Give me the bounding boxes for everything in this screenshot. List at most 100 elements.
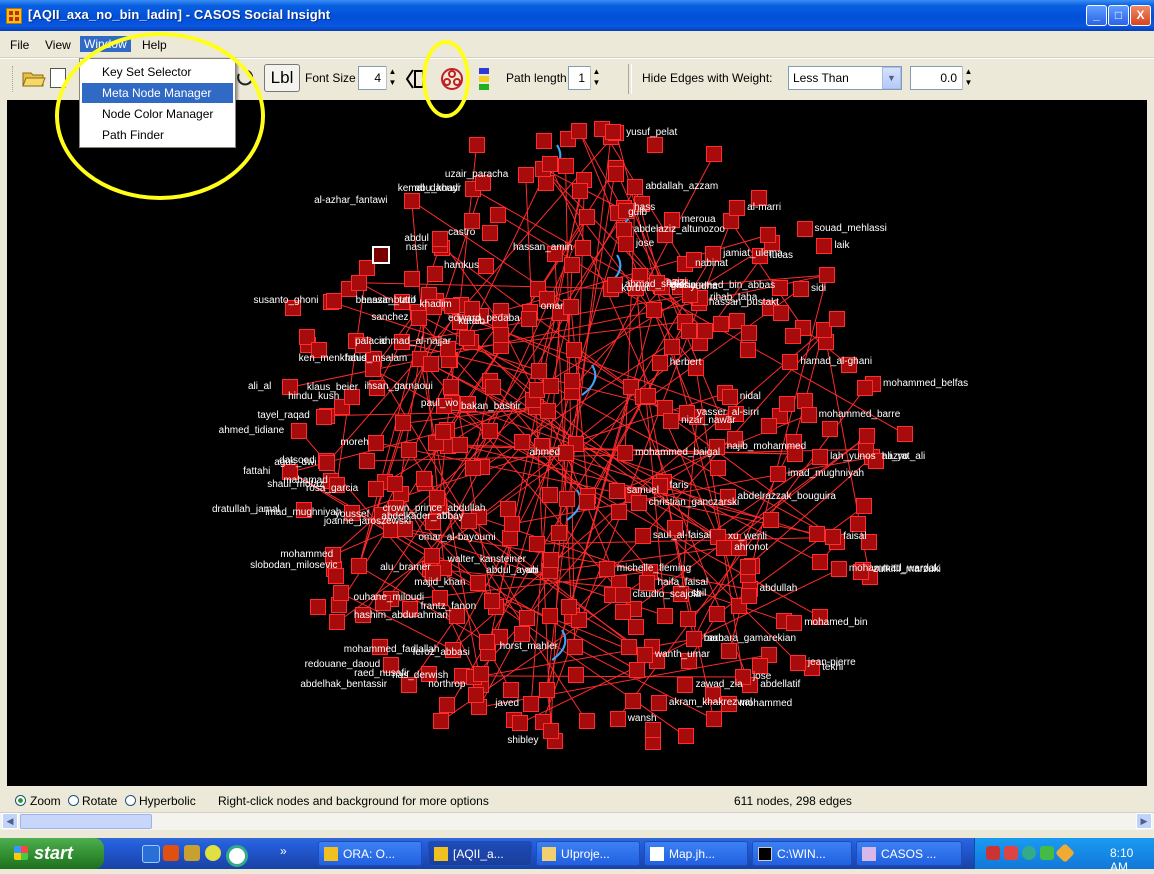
- graph-node[interactable]: [828, 311, 845, 328]
- graph-node[interactable]: [608, 483, 625, 500]
- scrollbar-thumb[interactable]: [20, 814, 152, 829]
- graph-node[interactable]: [538, 681, 555, 698]
- graph-node[interactable]: [677, 677, 694, 694]
- graph-node[interactable]: [617, 235, 634, 252]
- graph-node[interactable]: [796, 220, 813, 237]
- graph-node[interactable]: [541, 156, 558, 173]
- graph-node[interactable]: [400, 442, 417, 459]
- task-ora[interactable]: ORA: O...: [318, 841, 422, 866]
- graph-node[interactable]: [634, 527, 651, 544]
- app-icon[interactable]: [6, 8, 22, 24]
- path-length-spinner-icon[interactable]: ▲ ▼: [590, 66, 602, 90]
- graph-node[interactable]: [468, 137, 485, 154]
- graph-node[interactable]: [535, 133, 552, 150]
- graph-node[interactable]: [523, 696, 540, 713]
- graph-node[interactable]: [458, 330, 475, 347]
- graph-node[interactable]: [800, 406, 817, 423]
- browser-icon[interactable]: [205, 845, 221, 861]
- graph-node[interactable]: [531, 362, 548, 379]
- task-aqii[interactable]: [AQII_a...: [428, 841, 532, 866]
- font-size-spinner-icon[interactable]: ▲ ▼: [386, 66, 398, 90]
- open-folder-icon[interactable]: [22, 68, 46, 88]
- graph-node[interactable]: [785, 328, 802, 345]
- graph-node[interactable]: [395, 415, 412, 432]
- graph-node[interactable]: [761, 417, 778, 434]
- network-icon[interactable]: [986, 846, 1000, 860]
- graph-node[interactable]: [563, 257, 580, 274]
- task-cmd[interactable]: C:\WIN...: [752, 841, 852, 866]
- graph-node[interactable]: [350, 558, 367, 575]
- graph-node[interactable]: [574, 239, 591, 256]
- graph-node[interactable]: [617, 445, 634, 462]
- rotate-label[interactable]: Rotate: [82, 794, 117, 808]
- graph-node[interactable]: [558, 490, 575, 507]
- graph-node[interactable]: [644, 721, 661, 738]
- graph-node[interactable]: [830, 561, 847, 578]
- graph-node[interactable]: [566, 342, 583, 359]
- graph-node[interactable]: [677, 728, 694, 745]
- graph-node[interactable]: [793, 280, 810, 297]
- graph-node[interactable]: [452, 437, 469, 454]
- graph-node[interactable]: [470, 575, 487, 592]
- graph-node[interactable]: [563, 299, 580, 316]
- scroll-left-icon[interactable]: ◀: [2, 813, 18, 829]
- graph-node[interactable]: [578, 493, 595, 510]
- graph-node[interactable]: [782, 354, 799, 371]
- scroll-right-icon[interactable]: ▶: [1136, 813, 1152, 829]
- graph-node[interactable]: [571, 122, 588, 139]
- graph-node[interactable]: [709, 459, 726, 476]
- graph-node[interactable]: [481, 224, 498, 241]
- graph-node[interactable]: [538, 174, 555, 191]
- graph-node[interactable]: [410, 309, 427, 326]
- graph-node[interactable]: [572, 183, 589, 200]
- graph-node[interactable]: [721, 388, 738, 405]
- graph-node[interactable]: [481, 423, 498, 440]
- graph-node[interactable]: [539, 402, 556, 419]
- graph-node[interactable]: [542, 722, 559, 739]
- graph-node[interactable]: [681, 323, 698, 340]
- graph-node[interactable]: [816, 237, 833, 254]
- update-icon[interactable]: [1022, 846, 1036, 860]
- graph-node[interactable]: [740, 341, 757, 358]
- graph-node[interactable]: [541, 607, 558, 624]
- graph-node[interactable]: [578, 713, 595, 730]
- network-graph-canvas[interactable]: ali_yo abu_khayr hassan_tarif ani mohammed_b…: [7, 100, 1147, 786]
- sync-icon[interactable]: [1040, 846, 1054, 860]
- graph-node[interactable]: [645, 301, 662, 318]
- graph-node[interactable]: [291, 422, 308, 439]
- graph-node[interactable]: [825, 529, 842, 546]
- graph-node[interactable]: [367, 480, 384, 497]
- graph-node[interactable]: [610, 504, 627, 521]
- graph-node[interactable]: [386, 475, 403, 492]
- rotate-radio[interactable]: [68, 795, 79, 806]
- graph-node[interactable]: [333, 585, 350, 602]
- graph-node[interactable]: [628, 661, 645, 678]
- security-icon[interactable]: [1004, 846, 1018, 860]
- graph-node[interactable]: [478, 634, 495, 651]
- selected-graph-node[interactable]: [372, 246, 390, 264]
- graph-node[interactable]: [403, 192, 420, 209]
- graph-node[interactable]: [740, 588, 757, 605]
- graph-node[interactable]: [663, 338, 680, 355]
- graph-node[interactable]: [542, 377, 559, 394]
- graph-node[interactable]: [605, 124, 622, 141]
- graph-node[interactable]: [646, 137, 663, 154]
- graph-node[interactable]: [520, 311, 537, 328]
- graph-node[interactable]: [542, 551, 559, 568]
- graph-node[interactable]: [685, 631, 702, 648]
- menu-file[interactable]: File: [10, 38, 29, 52]
- graph-node[interactable]: [624, 692, 641, 709]
- graph-node[interactable]: [739, 558, 756, 575]
- graph-node[interactable]: [359, 452, 376, 469]
- graph-node[interactable]: [442, 379, 459, 396]
- graph-node[interactable]: [329, 614, 346, 631]
- zoom-radio[interactable]: [15, 795, 26, 806]
- graph-node[interactable]: [657, 607, 674, 624]
- graph-node[interactable]: [557, 157, 574, 174]
- task-casos[interactable]: CASOS ...: [856, 841, 962, 866]
- graph-node[interactable]: [779, 395, 796, 412]
- graph-node[interactable]: [696, 322, 713, 339]
- start-button[interactable]: start: [0, 838, 104, 869]
- outlook-icon[interactable]: [163, 845, 179, 861]
- graph-node[interactable]: [315, 408, 332, 425]
